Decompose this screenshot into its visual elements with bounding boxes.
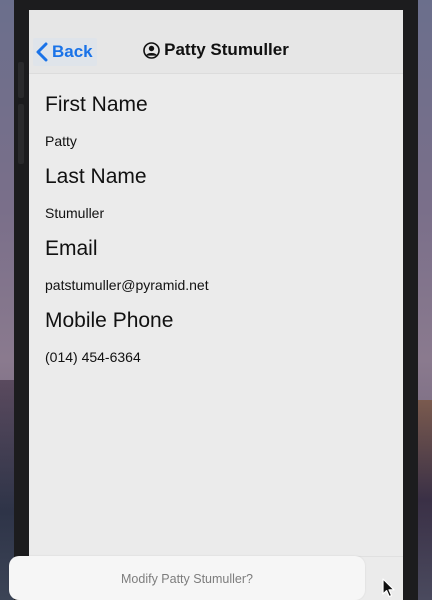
person-circle-icon bbox=[143, 41, 160, 59]
last-name-value: Stumuller bbox=[45, 205, 105, 221]
email-field: Email patstumuller@pyramid.net bbox=[45, 236, 385, 294]
mobile-phone-label: Mobile Phone bbox=[45, 309, 174, 332]
last-name-label: Last Name bbox=[45, 165, 147, 188]
modify-contact-button[interactable]: Modify Patty Stumuller? bbox=[9, 556, 365, 600]
mobile-phone-field: Mobile Phone (014) 454-6364 bbox=[45, 308, 385, 366]
page-title-text: Patty Stumuller bbox=[164, 40, 289, 59]
navigation-bar: Back Patty Stumuller bbox=[29, 10, 403, 74]
last-name-field: Last Name Stumuller bbox=[45, 164, 385, 222]
email-value: patstumuller@pyramid.net bbox=[45, 277, 209, 293]
first-name-field: First Name Patty bbox=[45, 92, 385, 150]
page-title: Patty Stumuller bbox=[29, 40, 403, 60]
mobile-phone-value: (014) 454-6364 bbox=[45, 349, 141, 365]
email-label: Email bbox=[45, 237, 98, 260]
contact-details: First Name Patty Last Name Stumuller Ema… bbox=[45, 92, 385, 380]
desktop-wallpaper-right bbox=[418, 400, 432, 600]
first-name-label: First Name bbox=[45, 93, 148, 116]
first-name-value: Patty bbox=[45, 133, 77, 149]
app-screen: Back Patty Stumuller First Name Patty La… bbox=[29, 10, 403, 600]
device-side-button bbox=[18, 62, 24, 98]
device-side-button bbox=[18, 104, 24, 164]
mouse-pointer-icon bbox=[382, 578, 396, 598]
